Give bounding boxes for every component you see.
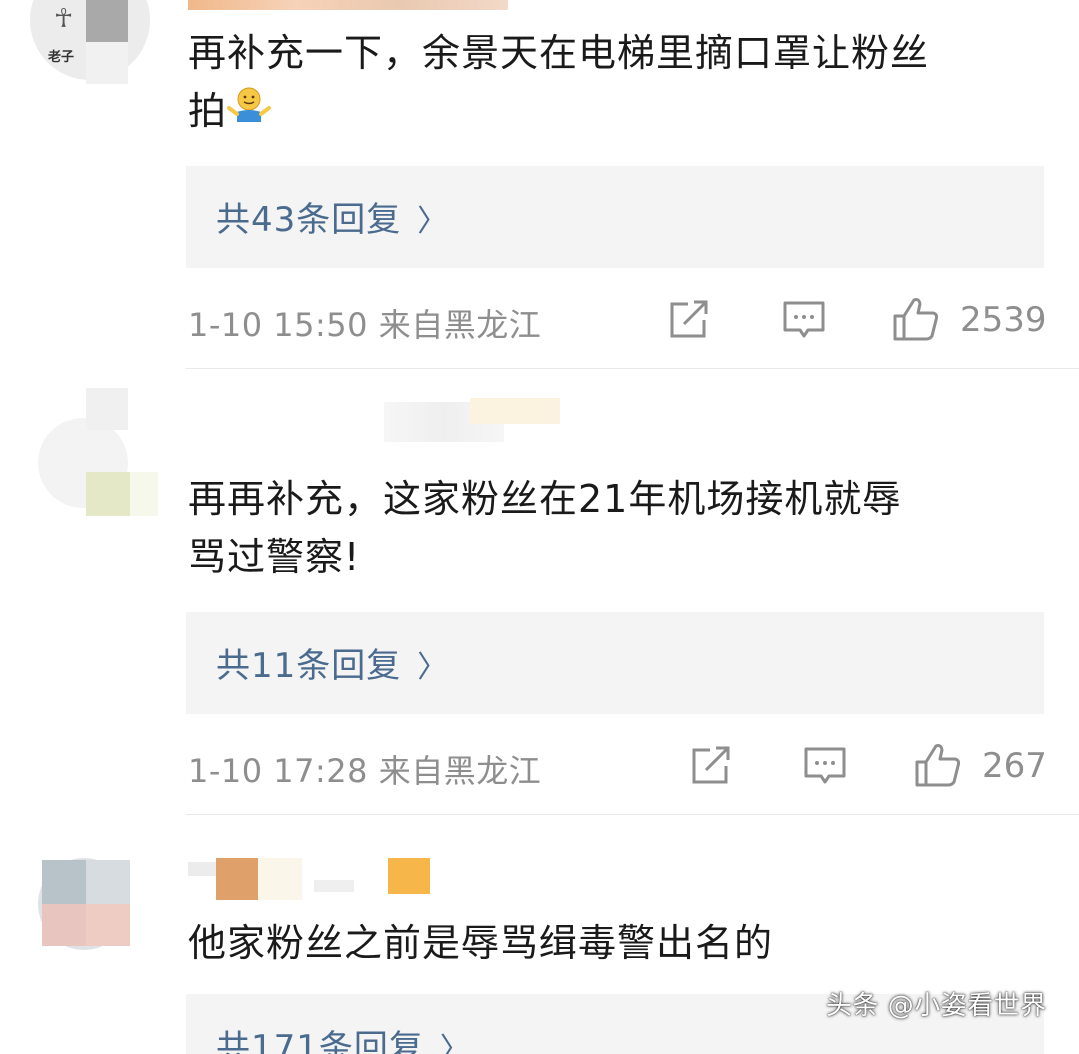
view-replies-link[interactable]: 共171条回复〉 <box>216 1020 471 1054</box>
like-count: 267 <box>982 746 1047 786</box>
like-icon <box>893 298 939 341</box>
shrug-emoji <box>227 84 272 124</box>
username-redacted <box>314 880 354 892</box>
username-badge-redacted <box>388 858 430 894</box>
replies-count-label: 共43条回复 <box>216 200 402 240</box>
comment-text-line: 骂过警察! <box>188 535 361 579</box>
comment-meta: 1-10 15:50 来自黑龙江 <box>188 300 541 346</box>
replies-box[interactable]: 共43条回复〉 <box>186 166 1044 268</box>
watermark: 头条 @小姿看世界 <box>826 991 1047 1021</box>
comment-text: 他家粉丝之前是辱骂缉毒警出名的 <box>188 914 1048 972</box>
comment-meta: 1-10 17:28 来自黑龙江 <box>188 746 541 792</box>
replies-box[interactable]: 共11条回复〉 <box>186 612 1044 714</box>
comment-button[interactable] <box>782 300 826 344</box>
chevron-right-icon: 〉 <box>417 650 449 685</box>
comment-text-line: 拍 <box>188 82 1048 140</box>
share-icon <box>692 746 730 784</box>
view-replies-link[interactable]: 共11条回复〉 <box>216 638 448 687</box>
chevron-right-icon: 〉 <box>417 204 449 239</box>
replies-count-label: 共11条回复 <box>216 646 402 686</box>
location: 来自黑龙江 <box>378 306 542 344</box>
avatar-pixel-block <box>42 904 86 946</box>
like-icon <box>915 744 961 787</box>
chevron-right-icon: 〉 <box>439 1032 471 1054</box>
comment-text-line: 再再补充，这家粉丝在21年机场接机就辱 <box>188 477 902 521</box>
avatar-pixel-block <box>86 904 130 946</box>
username-redacted[interactable] <box>188 862 216 876</box>
avatar-pixel-block <box>86 388 128 430</box>
avatar-pixel-block <box>86 42 128 84</box>
like-count: 2539 <box>960 300 1047 340</box>
comment-text-line: 再补充一下，余景天在电梯里摘口罩让粉丝 <box>188 31 930 75</box>
comment-icon <box>783 301 825 338</box>
comment-text: 再再补充，这家粉丝在21年机场接机就辱 骂过警察! <box>188 470 1048 586</box>
avatar-label: 老子 <box>48 50 75 65</box>
like-button[interactable] <box>892 296 940 346</box>
timestamp: 1-10 17:28 <box>188 752 369 790</box>
comment-text-fragment: 拍 <box>188 89 228 133</box>
username-redacted[interactable] <box>188 0 508 10</box>
share-icon <box>670 300 708 338</box>
location: 来自黑龙江 <box>378 752 542 790</box>
comment-text-line: 他家粉丝之前是辱骂缉毒警出名的 <box>188 921 774 965</box>
username-redacted <box>216 858 258 900</box>
share-button[interactable] <box>690 746 732 790</box>
timestamp: 1-10 15:50 <box>188 306 369 344</box>
share-button[interactable] <box>668 300 710 344</box>
avatar-pixel-block <box>86 0 128 42</box>
avatar-pixel-block <box>86 860 130 904</box>
avatar-pixel-block <box>130 472 158 516</box>
comment-button[interactable] <box>803 746 847 790</box>
view-replies-link[interactable]: 共43条回复〉 <box>216 192 448 241</box>
username-redacted <box>258 858 302 900</box>
avatar-pixel-block <box>42 860 86 904</box>
avatar-figure-icon: ☥ <box>54 4 74 34</box>
comment-icon <box>804 747 846 784</box>
divider <box>186 814 1079 815</box>
divider <box>186 368 1079 369</box>
avatar-pixel-block <box>86 472 130 516</box>
replies-count-label: 共171条回复 <box>216 1028 424 1054</box>
comment-text: 再补充一下，余景天在电梯里摘口罩让粉丝 拍 <box>188 24 1048 140</box>
like-button[interactable] <box>914 742 962 792</box>
username-badge-redacted <box>470 398 560 424</box>
